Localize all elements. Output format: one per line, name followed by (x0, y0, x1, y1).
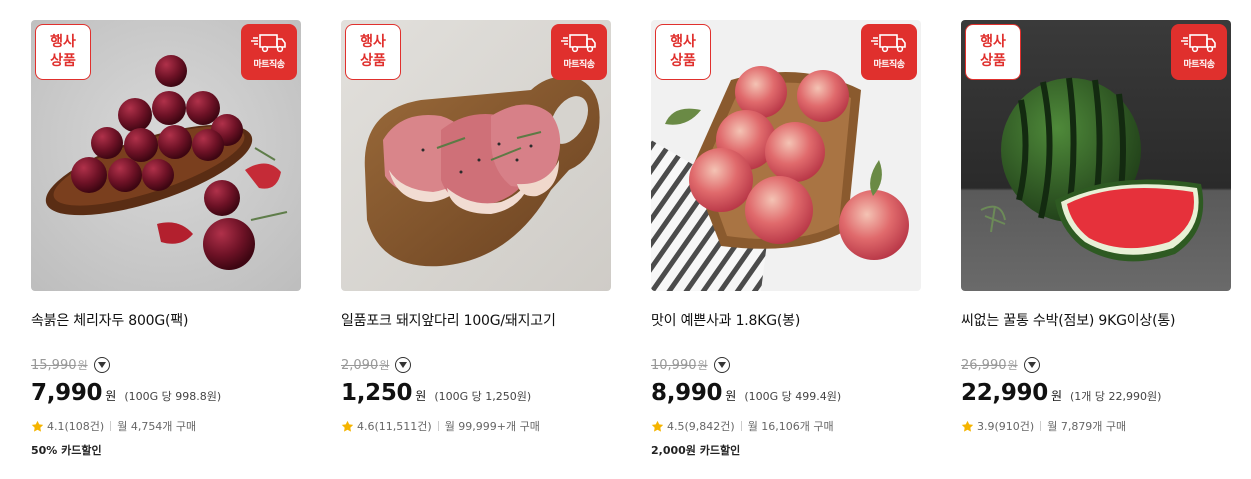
divider (437, 421, 439, 431)
rating-text: 4.5(9,842건) (667, 420, 735, 433)
product-name[interactable]: 맛이 예쁜사과 1.8KG(봉) (651, 310, 921, 330)
divider (740, 421, 742, 431)
monthly-sales: 월 16,106개 구매 (747, 420, 834, 433)
original-price-currency: 원 (697, 359, 708, 372)
badge-text: 행사 (360, 34, 386, 50)
price-currency: 원 (725, 389, 737, 403)
price-currency: 원 (105, 389, 117, 403)
mart-delivery-badge: 마트직송 (241, 24, 297, 80)
product-image-watermelon[interactable]: 행사 상품 마트직송 (961, 20, 1231, 291)
card-discount-label: 2,000원 카드할인 (651, 444, 741, 457)
price-row: 8,990 원 (100G 당 499.4원) (651, 380, 841, 406)
product-image-apples[interactable]: 행사 상품 마트직송 (651, 20, 921, 291)
divider (1040, 421, 1042, 431)
original-price-currency: 원 (379, 359, 390, 372)
unit-price: (100G 당 499.4원) (744, 390, 842, 403)
badge-text: 상품 (670, 53, 696, 69)
product-image-pork[interactable]: 행사 상품 마트직송 (341, 20, 611, 291)
original-price-row: 15,990 원 (31, 356, 110, 374)
mart-delivery-badge: 마트직송 (551, 24, 607, 80)
event-product-badge: 행사 상품 (965, 24, 1021, 80)
event-product-badge: 행사 상품 (345, 24, 401, 80)
price-row: 1,250 원 (100G 당 1,250원) (341, 380, 531, 406)
badge-text: 행사 (980, 34, 1006, 50)
divider (110, 421, 112, 431)
badge-text: 상품 (360, 53, 386, 69)
badge-text: 마트직송 (563, 60, 595, 70)
monthly-sales: 월 99,999+개 구매 (444, 420, 540, 433)
badge-text: 상품 (980, 53, 1006, 69)
price-info-dropdown-button[interactable] (93, 357, 110, 373)
chevron-down-icon (399, 362, 408, 368)
sale-price: 8,990 (651, 380, 723, 406)
badge-text: 마트직송 (873, 60, 905, 70)
event-product-badge: 행사 상품 (35, 24, 91, 80)
badge-text: 상품 (50, 53, 76, 69)
unit-price: (1개 당 22,990원) (1070, 390, 1162, 403)
badge-text: 행사 (50, 34, 76, 50)
original-price: 15,990 (31, 357, 77, 373)
truck-icon (1181, 34, 1216, 53)
original-price: 10,990 (651, 357, 697, 373)
sale-price: 1,250 (341, 380, 413, 406)
mart-delivery-badge: 마트직송 (861, 24, 917, 80)
monthly-sales: 월 7,879개 구매 (1047, 420, 1127, 433)
original-price-currency: 원 (77, 359, 88, 372)
chevron-down-icon (97, 362, 106, 368)
price-row: 7,990 원 (100G 당 998.8원) (31, 380, 221, 406)
rating-text: 3.9(910건) (977, 420, 1035, 433)
product-name[interactable]: 일품포크 돼지앞다리 100G/돼지고기 (341, 310, 611, 330)
original-price: 2,090 (341, 357, 379, 373)
truck-icon (871, 34, 906, 53)
price-info-dropdown-button[interactable] (1023, 357, 1040, 373)
star-icon (31, 420, 44, 432)
badge-text: 마트직송 (253, 60, 285, 70)
truck-icon (251, 34, 286, 53)
product-image-plums[interactable]: 행사 상품 마트직송 (31, 20, 301, 291)
monthly-sales: 월 4,754개 구매 (117, 420, 197, 433)
rating-text: 4.1(108건) (47, 420, 105, 433)
mart-delivery-badge: 마트직송 (1171, 24, 1227, 80)
sale-price: 22,990 (961, 380, 1048, 406)
event-product-badge: 행사 상품 (655, 24, 711, 80)
badge-text: 마트직송 (1183, 60, 1215, 70)
star-icon (961, 420, 974, 432)
badge-text: 행사 (670, 34, 696, 50)
sale-price: 7,990 (31, 380, 103, 406)
rating-row: 3.9(910건) 월 7,879개 구매 (961, 418, 1126, 434)
original-price-currency: 원 (1007, 359, 1018, 372)
card-discount-label: 50% 카드할인 (31, 444, 102, 457)
unit-price: (100G 당 1,250원) (434, 390, 532, 403)
product-card[interactable]: 행사 상품 마트직송 씨없는 꿀통 수박(점보) 9KG이상(통) 26,990… (961, 20, 1231, 470)
star-icon (341, 420, 354, 432)
original-price-row: 2,090 원 (341, 356, 412, 374)
star-icon (651, 420, 664, 432)
original-price-row: 10,990 원 (651, 356, 730, 374)
product-card[interactable]: 행사 상품 마트직송 일품포크 돼지앞다리 100G/돼지고기 2,090 원 … (341, 20, 611, 470)
rating-row: 4.6(11,511건) 월 99,999+개 구매 (341, 418, 540, 434)
product-card[interactable]: 행사 상품 마트직송 맛이 예쁜사과 1.8KG(봉) 10,990 원 8,9… (651, 20, 921, 470)
price-currency: 원 (1050, 389, 1063, 403)
rating-row: 4.1(108건) 월 4,754개 구매 (31, 418, 196, 434)
unit-price: (100G 당 998.8원) (124, 390, 222, 403)
original-price-row: 26,990 원 (961, 356, 1040, 374)
chevron-down-icon (717, 362, 726, 368)
price-currency: 원 (415, 389, 427, 403)
rating-row: 4.5(9,842건) 월 16,106개 구매 (651, 418, 834, 434)
chevron-down-icon (1027, 362, 1036, 368)
original-price: 26,990 (961, 357, 1007, 373)
product-name[interactable]: 씨없는 꿀통 수박(점보) 9KG이상(통) (961, 310, 1231, 330)
price-info-dropdown-button[interactable] (395, 357, 412, 373)
rating-text: 4.6(11,511건) (357, 420, 432, 433)
price-row: 22,990 원 (1개 당 22,990원) (961, 380, 1161, 406)
price-info-dropdown-button[interactable] (713, 357, 730, 373)
truck-icon (561, 34, 596, 53)
product-card[interactable]: 행사 상품 마트직송 속붉은 체리자두 800G(팩) 15,990 원 7,9… (31, 20, 301, 470)
product-name[interactable]: 속붉은 체리자두 800G(팩) (31, 310, 301, 330)
